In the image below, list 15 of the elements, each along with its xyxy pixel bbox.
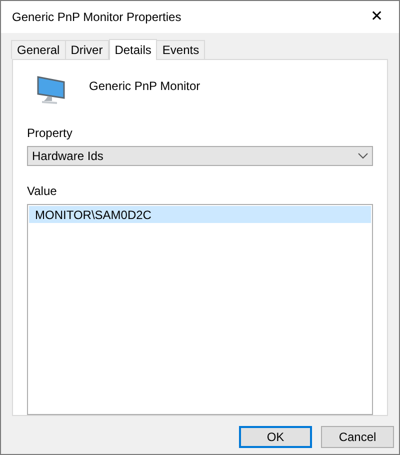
close-button[interactable]: ✕ [355,1,399,33]
tab[interactable]: General [11,40,66,59]
tab[interactable]: Events [156,40,206,59]
monitor-icon [37,74,67,104]
list-item[interactable]: MONITOR\SAM0D2C [29,206,371,223]
tab[interactable]: Driver [64,40,109,59]
chevron-down-icon [358,153,368,159]
device-name: Generic PnP Monitor [89,78,200,95]
property-dropdown[interactable]: Hardware Ids [27,146,373,166]
dialog-button[interactable]: OK [239,426,312,448]
tab[interactable]: Details [108,39,158,60]
dialog-button[interactable]: Cancel [321,426,394,448]
value-label: Value [27,183,58,200]
property-label: Property [27,125,74,142]
window-title: Generic PnP Monitor Properties [12,9,182,26]
